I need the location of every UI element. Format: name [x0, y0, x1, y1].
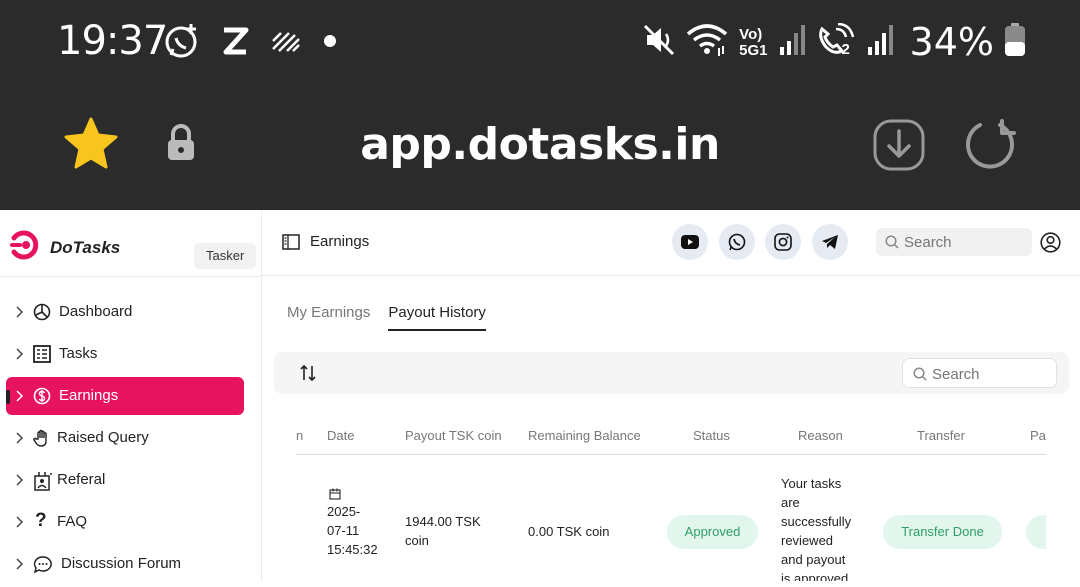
- main-content: Earnings My Earnings Payout History: [262, 210, 1080, 581]
- sim2-label: 2: [841, 40, 850, 58]
- dot-icon: [323, 34, 337, 53]
- column-header[interactable]: Reason: [798, 428, 843, 443]
- chevron-right-icon: [16, 558, 23, 570]
- wifi-call-icon: 2: [816, 22, 856, 62]
- sidebar-toggle-icon[interactable]: [282, 234, 300, 250]
- whatsapp-icon: [728, 233, 746, 251]
- signal-bars-icon: [778, 23, 806, 62]
- clock: 19:37: [57, 18, 168, 64]
- signal-bars-2-icon: [866, 23, 894, 62]
- row-remaining-balance: 0.00 TSK coin: [528, 524, 610, 539]
- browser-url-bar: app.dotasks.in: [0, 84, 1080, 210]
- truncated-badge: [1026, 515, 1046, 549]
- signal-lines-icon: [269, 27, 303, 60]
- sidebar: DoTasks Tasker Dashboard Tasks Earnings: [0, 210, 262, 581]
- sidebar-item-earnings[interactable]: Earnings: [6, 377, 244, 415]
- sort-icon[interactable]: [299, 364, 317, 382]
- payout-table: n Date Payout TSK coin Remaining Balance…: [296, 420, 1046, 581]
- z-app-icon: [221, 26, 249, 61]
- whatsapp-button[interactable]: [719, 224, 755, 260]
- column-header[interactable]: Status: [693, 428, 730, 443]
- column-header[interactable]: Payout TSK coin: [405, 428, 502, 443]
- referral-icon: [34, 472, 52, 491]
- mute-icon: [643, 24, 675, 61]
- sidebar-item-faq[interactable]: ? FAQ: [6, 503, 244, 541]
- youtube-icon: [681, 235, 699, 249]
- volte-5g-icon: Vo) 5G1: [739, 26, 768, 59]
- column-header[interactable]: n: [296, 428, 303, 443]
- chat-icon: [33, 556, 52, 574]
- user-avatar-icon[interactable]: [1040, 232, 1061, 253]
- column-header[interactable]: Date: [327, 428, 354, 443]
- status-badge: Approved: [667, 515, 758, 549]
- row-reason: Your tasks are successfully reviewed and…: [781, 476, 852, 581]
- youtube-button[interactable]: [672, 224, 708, 260]
- sidebar-item-discussion-forum[interactable]: Discussion Forum: [6, 545, 244, 583]
- chevron-right-icon: [16, 306, 23, 318]
- sidebar-item-label: Referal: [57, 471, 106, 488]
- column-header[interactable]: Remaining Balance: [528, 428, 641, 443]
- role-badge: Tasker: [194, 243, 257, 269]
- row-date: 2025- 07-11 15:45:32: [327, 504, 378, 557]
- hand-icon: [33, 429, 47, 447]
- sidebar-nav: Dashboard Tasks Earnings Raised Query Re…: [0, 293, 262, 587]
- battery-percent: 34%: [909, 20, 994, 64]
- wifi-icon: [685, 22, 729, 63]
- table-search[interactable]: [902, 358, 1057, 388]
- chevron-right-icon: [16, 474, 23, 486]
- table-toolbar: [274, 352, 1069, 394]
- tab-my-earnings[interactable]: My Earnings: [287, 304, 370, 331]
- active-indicator: [6, 390, 10, 404]
- download-icon[interactable]: [871, 117, 927, 178]
- brand-logo[interactable]: DoTasks: [10, 230, 120, 265]
- search-icon: [913, 367, 927, 381]
- table-search-input[interactable]: [932, 364, 1050, 384]
- chevron-right-icon: [16, 348, 23, 360]
- battery-icon: [1004, 22, 1026, 62]
- calendar-icon: [329, 488, 341, 500]
- telegram-button[interactable]: [812, 224, 848, 260]
- sidebar-item-label: Raised Query: [57, 429, 149, 446]
- tasks-icon: [33, 345, 51, 363]
- sidebar-item-label: Dashboard: [59, 303, 133, 320]
- sidebar-divider: [0, 276, 262, 277]
- tabs: My Earnings Payout History: [287, 304, 486, 331]
- dollar-icon: [33, 387, 51, 405]
- chevron-right-icon: [16, 390, 23, 402]
- column-header[interactable]: Pa: [1030, 428, 1046, 443]
- table-header-divider: [296, 454, 1046, 455]
- sidebar-item-label: FAQ: [57, 513, 88, 530]
- dashboard-icon: [33, 303, 51, 321]
- sidebar-item-tasks[interactable]: Tasks: [6, 335, 244, 373]
- app-window: DoTasks Tasker Dashboard Tasks Earnings: [0, 210, 1080, 581]
- page-title: Earnings: [310, 233, 370, 250]
- top-header: Earnings: [262, 210, 1080, 276]
- sidebar-item-dashboard[interactable]: Dashboard: [6, 293, 244, 331]
- header-search-input[interactable]: [904, 232, 1024, 252]
- question-icon: ?: [35, 510, 47, 531]
- brand-name: DoTasks: [50, 237, 121, 257]
- transfer-badge: Transfer Done: [883, 515, 1002, 549]
- chevron-right-icon: [16, 432, 23, 444]
- dotasks-logo-icon: [10, 230, 44, 265]
- column-header[interactable]: Transfer: [917, 428, 965, 443]
- sidebar-item-raised-query[interactable]: Raised Query: [6, 419, 244, 457]
- search-icon: [885, 235, 899, 249]
- reload-icon[interactable]: [962, 117, 1018, 178]
- sidebar-item-label: Earnings: [59, 387, 119, 404]
- chevron-right-icon: [16, 516, 23, 528]
- sidebar-item-label: Tasks: [59, 345, 98, 362]
- status-bar: 19:37 Vo) 5G1 2 34%: [0, 0, 1080, 84]
- header-search[interactable]: [876, 228, 1032, 256]
- sidebar-item-referal[interactable]: Referal: [6, 461, 244, 499]
- sidebar-item-label: Discussion Forum: [61, 555, 182, 572]
- instagram-button[interactable]: [765, 224, 801, 260]
- row-payout: 1944.00 TSK coin: [405, 514, 481, 548]
- telegram-icon: [822, 235, 838, 249]
- whatsapp-add-icon: [163, 22, 201, 65]
- instagram-icon: [774, 233, 792, 251]
- tab-payout-history[interactable]: Payout History: [388, 304, 486, 331]
